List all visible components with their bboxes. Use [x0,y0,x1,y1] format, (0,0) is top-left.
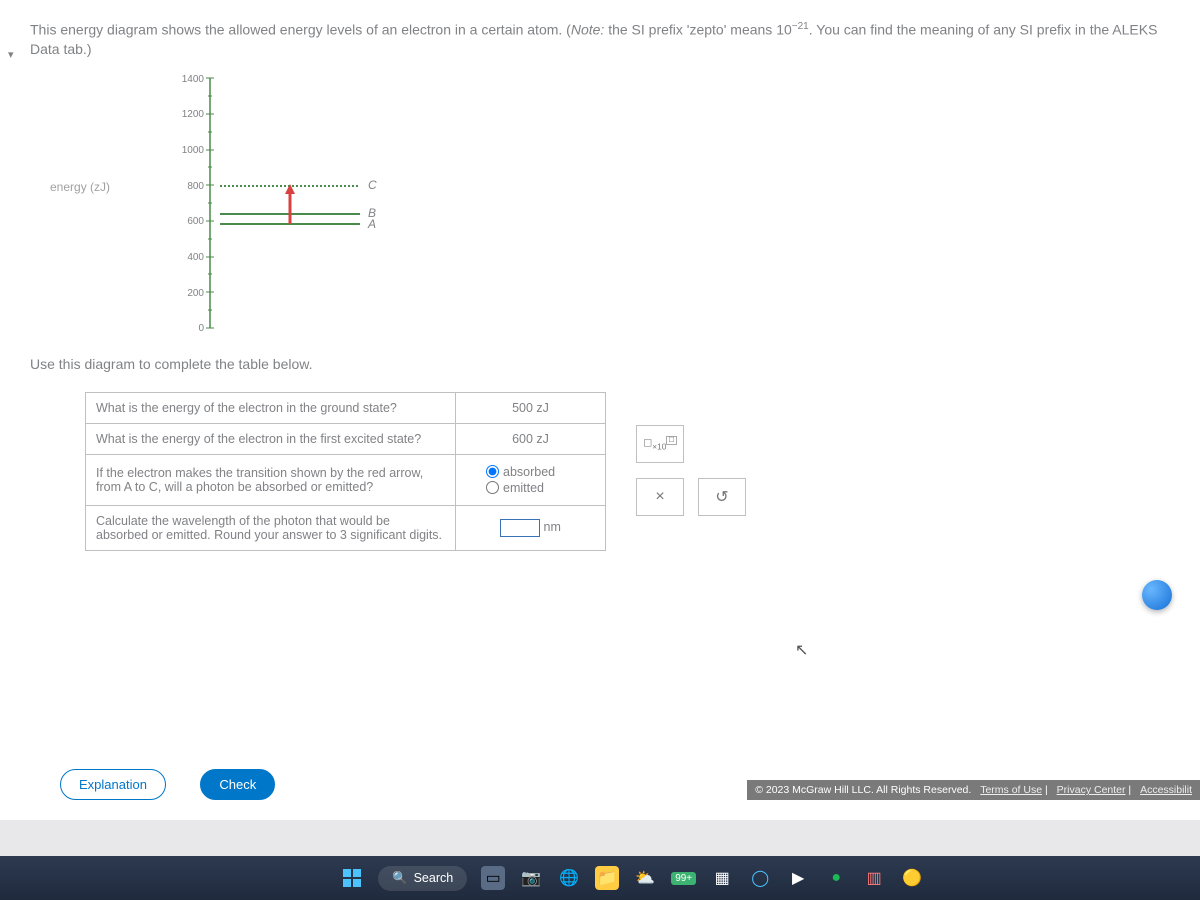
start-icon[interactable] [340,866,364,890]
energy-diagram: energy (zJ) 0 200 400 600 800 1000 1200 … [50,68,1170,348]
question-cell: If the electron makes the transition sho… [86,454,456,505]
absorbed-radio[interactable] [486,465,499,478]
task-view-icon[interactable]: ▭ [481,866,505,890]
table-row: Calculate the wavelength of the photon t… [86,505,606,550]
undo-button[interactable]: ↺ [698,478,746,516]
problem-statement: This energy diagram shows the allowed en… [30,20,1170,60]
camera-icon[interactable]: 📷 [519,866,543,890]
svg-text:B: B [368,206,376,220]
table-row: What is the energy of the electron in th… [86,423,606,454]
svg-text:1000: 1000 [182,145,205,156]
privacy-link[interactable]: Privacy Center [1057,784,1126,796]
explorer-icon[interactable]: 📁 [595,866,619,890]
y-axis-label: energy (zJ) [50,180,110,194]
app-icon[interactable]: ▦ [710,866,734,890]
svg-text:200: 200 [187,288,204,299]
accessibility-link[interactable]: Accessibilit [1140,784,1192,796]
explanation-button[interactable]: Explanation [60,769,166,800]
calendar-icon[interactable]: ▥ [862,866,886,890]
question-cell: Calculate the wavelength of the photon t… [86,505,456,550]
wavelength-input[interactable] [500,519,540,537]
search-icon: 🔍 [392,871,408,886]
table-row: If the electron makes the transition sho… [86,454,606,505]
svg-text:1200: 1200 [182,109,205,120]
svg-text:1400: 1400 [182,74,205,85]
answer-cell: 500 zJ [456,392,606,423]
answer-cell: 600 zJ [456,423,606,454]
answer-cell: nm [456,505,606,550]
chrome-icon[interactable]: 🟡 [900,866,924,890]
question-cell: What is the energy of the electron in th… [86,423,456,454]
table-row: What is the energy of the electron in th… [86,392,606,423]
svg-text:800: 800 [187,181,204,192]
collapse-caret-icon[interactable]: ▾ [8,48,14,61]
cortana-icon[interactable]: ◯ [748,866,772,890]
copyright-bar: © 2023 McGraw Hill LLC. All Rights Reser… [747,780,1200,800]
diagram-svg: 0 200 400 600 800 1000 1200 1400 [160,68,420,348]
sci-notation-button[interactable]: ☐×10☐ [636,425,684,463]
check-button[interactable]: Check [200,769,275,800]
question-cell: What is the energy of the electron in th… [86,392,456,423]
svg-text:C: C [368,178,377,192]
svg-text:600: 600 [187,216,204,227]
taskbar-search[interactable]: 🔍 Search [378,866,467,891]
svg-text:400: 400 [187,252,204,263]
weather-icon[interactable]: ⛅ [633,866,657,890]
clear-button[interactable]: × [636,478,684,516]
media-icon[interactable]: ▶ [786,866,810,890]
cursor-icon: ↖ [795,640,808,660]
answer-cell: absorbed emitted [456,454,606,505]
assistant-bubble-icon[interactable] [1142,580,1172,610]
taskbar: 🔍 Search ▭ 📷 🌐 📁 ⛅ 99+ ▦ ◯ ▶ ● ▥ 🟡 [0,856,1200,900]
question-table: What is the energy of the electron in th… [85,392,606,551]
emitted-radio[interactable] [486,481,499,494]
terms-link[interactable]: Terms of Use [980,784,1042,796]
notification-badge[interactable]: 99+ [671,872,696,885]
instruction-text: Use this diagram to complete the table b… [30,356,1170,372]
spotify-icon[interactable]: ● [824,866,848,890]
edge-icon[interactable]: 🌐 [557,866,581,890]
svg-text:0: 0 [198,323,204,334]
